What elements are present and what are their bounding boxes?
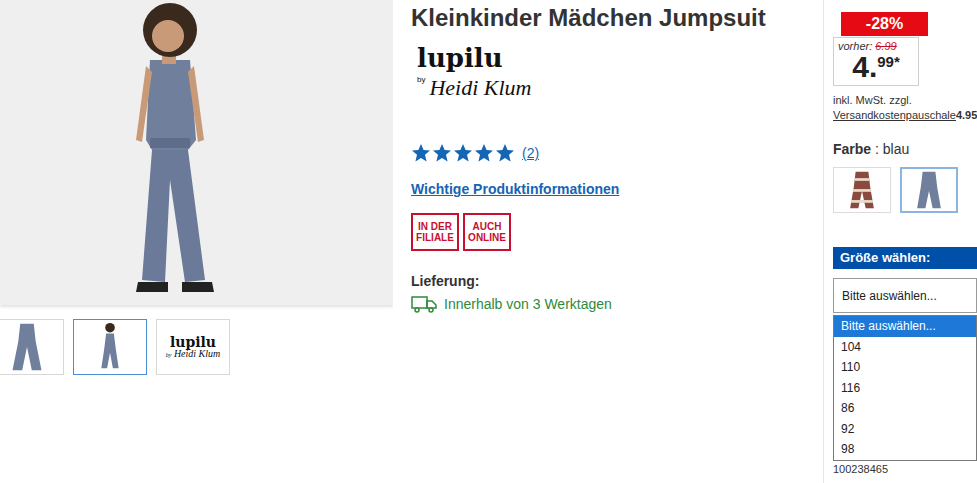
size-option[interactable]: 110 xyxy=(834,357,976,378)
rating[interactable]: (2) xyxy=(411,143,816,163)
size-option[interactable]: 86 xyxy=(834,398,976,419)
gallery: lupiluby Heidi Klum xyxy=(0,0,393,483)
availability-badge: AUCHONLINE xyxy=(463,213,511,251)
star-icon xyxy=(453,143,473,163)
star-icon xyxy=(432,143,452,163)
thumbnail-row: lupiluby Heidi Klum xyxy=(0,319,393,375)
size-option[interactable]: 98 xyxy=(834,439,976,460)
size-select[interactable]: Bitte auswählen... xyxy=(833,278,977,313)
delivery-label: Lieferung: xyxy=(411,273,816,289)
product-title: Kleinkinder Mädchen Jumpsuit xyxy=(411,2,816,34)
patterned-jumpsuit-icon xyxy=(835,169,889,211)
review-count-link[interactable]: (2) xyxy=(522,145,539,161)
brand-name: lupilu xyxy=(417,43,564,73)
product-info: Kleinkinder Mädchen Jumpsuit lupilubyHeid… xyxy=(411,0,816,483)
article-number: 100238465 xyxy=(833,463,977,475)
product-page: lupiluby Heidi KlumKleinkinder Mädchen J… xyxy=(0,0,977,483)
brand-logo: lupilubyHeidi Klum xyxy=(411,39,570,127)
thumbnail[interactable] xyxy=(0,319,64,375)
availability-badge: IN DERFILIALE xyxy=(411,213,459,251)
thumbnail[interactable] xyxy=(73,319,147,375)
product-info-link[interactable]: Wichtige Produktinformationen xyxy=(411,181,816,197)
shipping-link[interactable]: Versandkostenpauschale xyxy=(833,109,956,121)
buy-box: -28%vorher: 6.994.99*inkl. MwSt. zzgl.Ve… xyxy=(823,0,977,483)
size-option[interactable]: Bitte auswählen... xyxy=(834,316,976,337)
blue-jumpsuit-icon xyxy=(902,169,956,211)
availability-badges: IN DERFILIALEAUCHONLINE xyxy=(411,213,816,251)
delivery-info: Innerhalb von 3 Werktagen xyxy=(411,295,816,313)
size-option[interactable]: 92 xyxy=(834,419,976,440)
star-icon xyxy=(495,143,515,163)
star-icon xyxy=(411,143,431,163)
color-label: Farbe : blau xyxy=(833,141,977,157)
color-swatches xyxy=(833,167,977,213)
child-figure-icon xyxy=(0,0,393,305)
discount-badge: -28% xyxy=(841,12,928,36)
brand-name: lupilu xyxy=(170,335,216,349)
size-option[interactable]: 104 xyxy=(834,337,976,358)
brand-logo: lupiluby Heidi Klum xyxy=(166,335,221,359)
size-option[interactable]: 116 xyxy=(834,378,976,399)
star-icon xyxy=(474,143,494,163)
color-swatch[interactable] xyxy=(900,167,958,213)
price-box: vorher: 6.994.99* xyxy=(833,37,919,86)
size-select-wrap: Bitte auswählen...Bitte auswählen...1041… xyxy=(833,278,977,313)
truck-icon xyxy=(411,295,437,313)
size-dropdown: Bitte auswählen...104110116869298 xyxy=(833,315,977,461)
product-photo xyxy=(0,0,393,305)
old-price: vorher: 6.99 xyxy=(838,40,914,52)
brand-signature: byHeidi Klum xyxy=(417,75,564,101)
shipping-info: Versandkostenpauschale4.95 xyxy=(833,109,977,121)
thumbnail[interactable]: lupiluby Heidi Klum xyxy=(156,319,230,375)
brand-signature: by Heidi Klum xyxy=(166,349,221,359)
current-price: 4.99* xyxy=(838,52,914,82)
color-swatch[interactable] xyxy=(833,167,891,213)
tax-note: inkl. MwSt. zzgl. xyxy=(833,94,977,106)
size-label: Größe wählen: xyxy=(833,247,977,269)
jumpsuit-icon xyxy=(0,320,63,374)
price-block: -28%vorher: 6.994.99* xyxy=(833,12,977,86)
child-icon xyxy=(74,320,146,374)
